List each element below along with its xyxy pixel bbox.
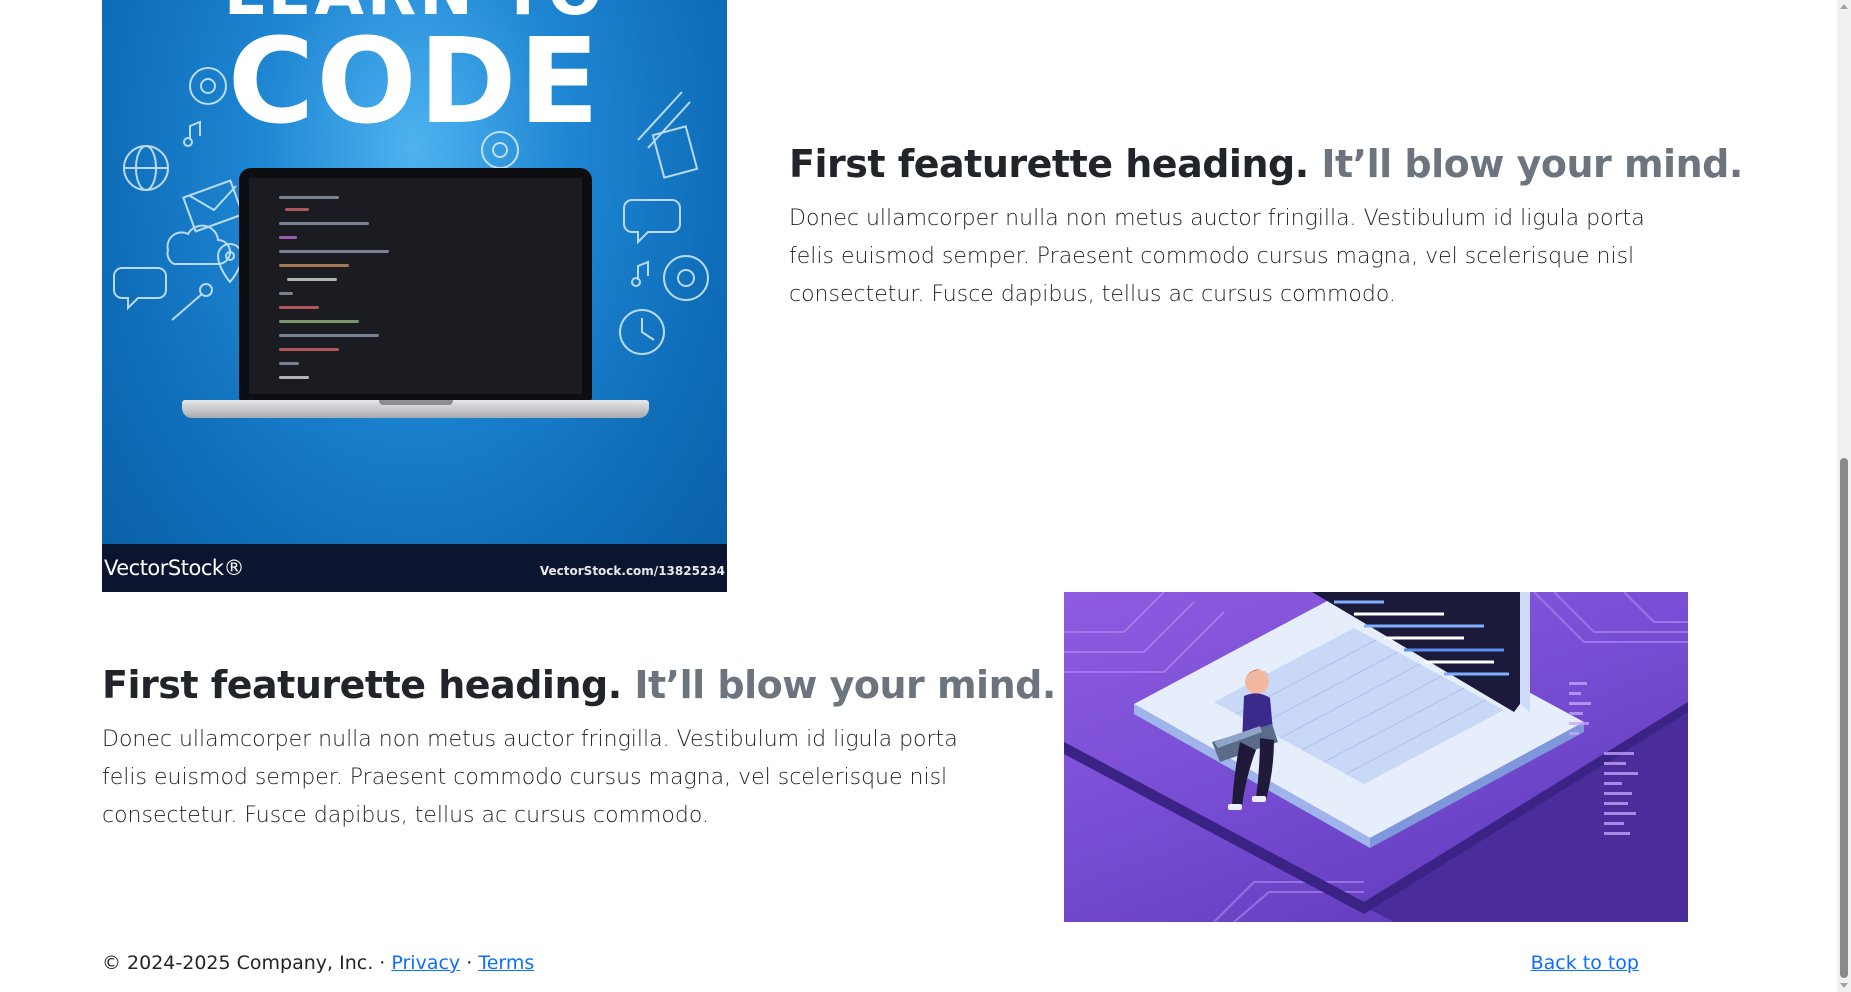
featurette-image-developer-laptop xyxy=(1064,592,1688,922)
chat-bubble-icon xyxy=(623,199,681,245)
footer-separator: · xyxy=(466,952,473,974)
footer-right: Back to top xyxy=(1531,952,1639,974)
featurette-lead-1: Donec ullamcorper nulla non metus auctor… xyxy=(789,206,1645,307)
document-icon xyxy=(651,125,699,179)
page-footer: © 2024-2025 Company, Inc. · Privacy · Te… xyxy=(102,952,1749,982)
clock-icon xyxy=(619,309,665,355)
watermark-logo: VectorStock® xyxy=(104,556,245,580)
back-to-top-link[interactable]: Back to top xyxy=(1531,952,1639,974)
wrench-icon xyxy=(171,283,213,321)
page: LEARN TO CODE xyxy=(0,0,1851,992)
featurette-heading-2: First featurette heading. It’ll blow you… xyxy=(102,663,1056,709)
copyright-text: © 2024-2025 Company, Inc. · xyxy=(102,952,386,974)
laptop-notch xyxy=(379,400,453,405)
vertical-scrollbar[interactable] xyxy=(1837,0,1851,992)
featurette-heading-main: First featurette heading. xyxy=(102,663,622,707)
scroll-down-arrow-icon[interactable] xyxy=(1840,983,1848,988)
music-note-icon xyxy=(631,260,649,287)
laptop-screen xyxy=(239,168,592,400)
gear-icon xyxy=(189,67,227,105)
scroll-up-arrow-icon[interactable] xyxy=(1840,4,1848,9)
featurette-heading-main: First featurette heading. xyxy=(789,142,1309,186)
gear-icon xyxy=(481,131,519,169)
globe-icon xyxy=(123,145,169,191)
featurette-heading-1: First featurette heading. It’ll blow you… xyxy=(789,142,1743,188)
gear-icon xyxy=(663,255,709,301)
terms-link[interactable]: Terms xyxy=(478,952,534,974)
pencil-icon xyxy=(637,91,691,149)
featurette-image-learn-to-code: LEARN TO CODE xyxy=(102,0,727,592)
chat-bubble-icon xyxy=(113,267,167,311)
image-watermark-strip: VectorStock® VectorStock.com/13825234 xyxy=(102,544,727,592)
featurette-lead-2: Donec ullamcorper nulla non metus auctor… xyxy=(102,727,958,828)
watermark-url: VectorStock.com/13825234 xyxy=(539,564,725,578)
music-note-icon xyxy=(183,120,201,147)
scrollbar-thumb[interactable] xyxy=(1840,458,1848,978)
envelope-icon xyxy=(182,179,244,233)
footer-left: © 2024-2025 Company, Inc. · Privacy · Te… xyxy=(102,952,534,974)
isometric-laptop-illustration xyxy=(1064,592,1688,922)
privacy-link[interactable]: Privacy xyxy=(391,952,460,974)
featurette-heading-muted: It’ll blow your mind. xyxy=(634,663,1056,707)
featurette-heading-muted: It’ll blow your mind. xyxy=(1321,142,1743,186)
